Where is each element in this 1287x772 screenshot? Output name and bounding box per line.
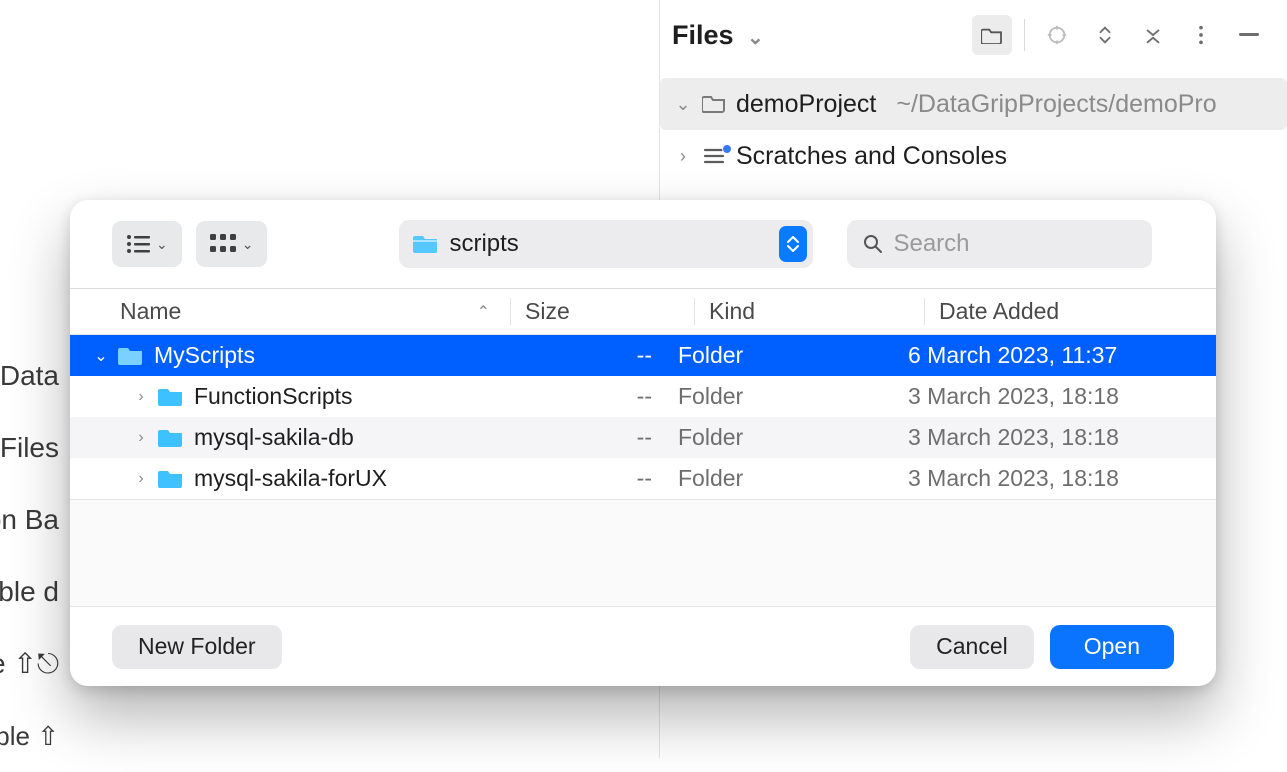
empty-area — [70, 499, 1216, 606]
folder-icon — [118, 346, 144, 366]
file-name-label: MyScripts — [154, 342, 255, 369]
chevron-right-icon[interactable]: › — [134, 470, 148, 488]
file-date-label: 3 March 2023, 18:18 — [908, 383, 1216, 410]
location-label: scripts — [449, 230, 518, 258]
file-name-label: FunctionScripts — [194, 383, 353, 410]
scratches-icon — [702, 146, 726, 166]
folder-icon — [158, 428, 184, 448]
hide-panel-icon[interactable] — [1229, 15, 1269, 55]
more-options-icon[interactable] — [1181, 15, 1221, 55]
column-date-header[interactable]: Date Added — [924, 298, 1216, 325]
badge-dot-icon — [722, 144, 732, 154]
dialog-footer: New Folder Cancel Open — [70, 606, 1216, 686]
chevron-down-icon: ⌄ — [156, 236, 168, 253]
column-name-header[interactable]: Name ⌃ — [120, 298, 510, 325]
search-icon — [863, 234, 883, 254]
select-opened-file-icon[interactable] — [972, 15, 1012, 55]
cancel-button[interactable]: Cancel — [910, 625, 1034, 669]
project-root-row[interactable]: ⌄ demoProject ~/DataGripProjects/demoPro — [660, 78, 1287, 130]
chevron-right-icon[interactable]: › — [134, 429, 148, 447]
file-date-label: 3 March 2023, 18:18 — [908, 465, 1216, 492]
file-date-label: 3 March 2023, 18:18 — [908, 424, 1216, 451]
folder-icon — [702, 94, 726, 114]
scratches-row[interactable]: › Scratches and Consoles — [660, 130, 1287, 182]
file-open-dialog: ⌄ ⌄ scripts Search Name ⌃ — [70, 200, 1216, 686]
ide-menu-item[interactable]: able d — [0, 556, 59, 628]
dialog-toolbar: ⌄ ⌄ scripts Search — [70, 200, 1216, 288]
file-name-label: mysql-sakila-db — [194, 424, 354, 451]
files-panel-title-label: Files — [672, 20, 734, 50]
grid-view-button[interactable]: ⌄ — [196, 221, 268, 267]
chevron-down-icon[interactable]: ⌄ — [674, 94, 692, 115]
file-row[interactable]: ⌄ MyScripts -- Folder 6 March 2023, 11:3… — [70, 335, 1216, 376]
search-input[interactable]: Search — [847, 220, 1152, 268]
chevron-right-icon[interactable]: › — [134, 388, 148, 406]
ide-menu-item[interactable]: Files — [0, 412, 59, 484]
files-toolbar: Files ⌄ — [660, 0, 1287, 78]
project-name-label: demoProject — [736, 90, 876, 119]
search-placeholder: Search — [893, 230, 969, 258]
file-size-label: -- — [532, 465, 678, 492]
file-date-label: 6 March 2023, 11:37 — [908, 342, 1216, 369]
file-row[interactable]: › FunctionScripts -- Folder 3 March 2023… — [70, 376, 1216, 417]
chevron-right-icon[interactable]: › — [674, 146, 692, 167]
project-path-label: ~/DataGripProjects/demoPro — [896, 90, 1216, 119]
chevron-down-icon: ⌄ — [747, 27, 764, 49]
toolbar-divider — [1024, 19, 1025, 51]
file-size-label: -- — [532, 342, 678, 369]
ide-left-menu: Data Files ion Ba able d le ⇧⎋ Everywher… — [0, 340, 59, 772]
target-icon[interactable] — [1037, 15, 1077, 55]
column-headers: Name ⌃ Size Kind Date Added — [70, 289, 1216, 335]
files-panel-title[interactable]: Files ⌄ — [672, 20, 764, 51]
ide-menu-item[interactable]: le ⇧⎋ — [0, 628, 59, 700]
folder-icon — [158, 469, 184, 489]
file-size-label: -- — [532, 383, 678, 410]
file-row[interactable]: › mysql-sakila-db -- Folder 3 March 2023… — [70, 417, 1216, 458]
file-kind-label: Folder — [678, 465, 908, 492]
column-size-header[interactable]: Size — [510, 298, 694, 325]
chevron-down-icon: ⌄ — [242, 236, 254, 253]
folder-icon — [413, 233, 439, 255]
file-kind-label: Folder — [678, 342, 908, 369]
sort-ascending-icon: ⌃ — [477, 302, 510, 322]
folder-icon — [158, 387, 184, 407]
location-picker[interactable]: scripts — [399, 220, 813, 268]
column-kind-header[interactable]: Kind — [694, 298, 924, 325]
list-view-button[interactable]: ⌄ — [112, 221, 182, 267]
file-kind-label: Folder — [678, 383, 908, 410]
file-list: ⌄ MyScripts -- Folder 6 March 2023, 11:3… — [70, 335, 1216, 499]
collapse-all-icon[interactable] — [1133, 15, 1173, 55]
expand-collapse-icon[interactable] — [1085, 15, 1125, 55]
chevron-down-icon[interactable]: ⌄ — [94, 346, 108, 366]
project-tree: ⌄ demoProject ~/DataGripProjects/demoPro… — [660, 78, 1287, 182]
file-kind-label: Folder — [678, 424, 908, 451]
ide-menu-item[interactable]: Everywhere Double ⇧ — [0, 700, 59, 772]
ide-menu-item[interactable]: Data — [0, 340, 59, 412]
ide-menu-item[interactable]: ion Ba — [0, 484, 59, 556]
file-size-label: -- — [532, 424, 678, 451]
column-name-label: Name — [120, 298, 181, 325]
open-button[interactable]: Open — [1050, 625, 1174, 669]
location-stepper-icon[interactable] — [779, 226, 807, 262]
scratches-label: Scratches and Consoles — [736, 142, 1007, 171]
file-row[interactable]: › mysql-sakila-forUX -- Folder 3 March 2… — [70, 458, 1216, 499]
new-folder-button[interactable]: New Folder — [112, 625, 282, 669]
file-name-label: mysql-sakila-forUX — [194, 465, 387, 492]
